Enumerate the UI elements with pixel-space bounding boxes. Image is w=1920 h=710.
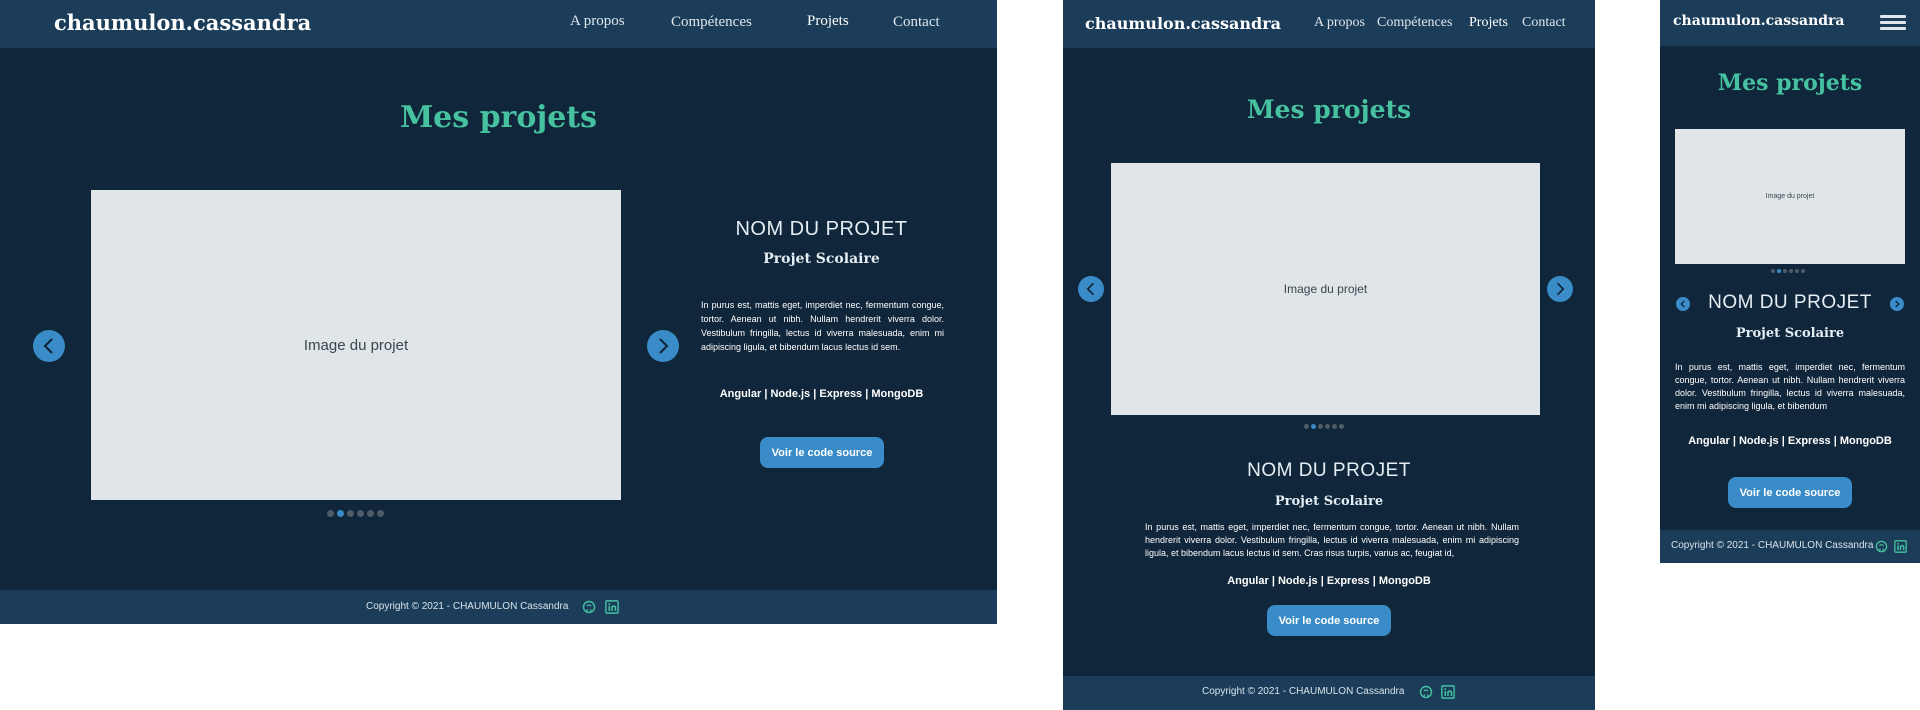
nav-link-projects[interactable]: Projets <box>807 13 849 30</box>
carousel-dot[interactable] <box>1325 424 1330 429</box>
carousel-dot[interactable] <box>1339 424 1344 429</box>
top-navbar: chaumulon.cassandra A propos Compétences… <box>1063 0 1595 48</box>
carousel-next-button[interactable] <box>647 330 679 362</box>
copyright-text: Copyright © 2021 - CHAUMULON Cassandra <box>1202 686 1405 697</box>
top-navbar: chaumulon.cassandra A propos Compétences… <box>0 0 997 48</box>
site-logo[interactable]: chaumulon.cassandra <box>1085 14 1281 33</box>
desktop-view: chaumulon.cassandra A propos Compétences… <box>0 0 997 624</box>
carousel-prev-button[interactable] <box>1078 276 1104 302</box>
footer: Copyright © 2021 - CHAUMULON Cassandra <box>1063 676 1595 710</box>
project-image: Image du projet <box>91 190 621 500</box>
carousel-dot[interactable] <box>1783 269 1787 273</box>
site-logo[interactable]: chaumulon.cassandra <box>54 10 311 35</box>
project-tech-stack: Angular | Node.js | Express | MongoDB <box>719 388 924 400</box>
project-name: NOM DU PROJET <box>1708 292 1872 313</box>
carousel-dots <box>1304 424 1344 429</box>
github-icon[interactable] <box>1419 685 1433 699</box>
linkedin-icon[interactable] <box>1894 540 1907 553</box>
section-title: Mes projets <box>399 100 598 135</box>
nav-link-contact[interactable]: Contact <box>1522 15 1566 31</box>
copyright-text: Copyright © 2021 - CHAUMULON Cassandra <box>366 601 569 612</box>
carousel-dots <box>1771 269 1805 273</box>
top-navbar: chaumulon.cassandra <box>1660 0 1920 46</box>
project-tech-stack: Angular | Node.js | Express | MongoDB <box>1227 575 1431 587</box>
section-title: Mes projets <box>1717 70 1863 96</box>
mobile-view: chaumulon.cassandra Mes projets Image du… <box>1660 0 1920 563</box>
view-source-button[interactable]: Voir le code source <box>1728 477 1852 508</box>
project-tech-stack: Angular | Node.js | Express | MongoDB <box>1688 435 1892 447</box>
project-type: Projet Scolaire <box>1274 494 1384 509</box>
linkedin-icon[interactable] <box>605 600 619 614</box>
nav-link-skills[interactable]: Compétences <box>671 14 752 31</box>
footer: Copyright © 2021 - CHAUMULON Cassandra <box>1660 530 1920 563</box>
nav-link-skills[interactable]: Compétences <box>1377 15 1452 31</box>
carousel-dot[interactable] <box>1332 424 1337 429</box>
nav-link-projects[interactable]: Projets <box>1469 15 1508 31</box>
carousel-dot[interactable] <box>367 510 374 517</box>
carousel-dot[interactable] <box>347 510 354 517</box>
copyright-text: Copyright © 2021 - CHAUMULON Cassandra <box>1671 540 1874 551</box>
carousel-dot[interactable] <box>337 510 344 517</box>
project-name: NOM DU PROJET <box>1247 460 1411 481</box>
carousel-prev-button[interactable] <box>33 330 65 362</box>
hamburger-menu-icon[interactable] <box>1880 15 1906 30</box>
nav-link-about[interactable]: A propos <box>570 13 625 30</box>
linkedin-icon[interactable] <box>1441 685 1455 699</box>
carousel-dot[interactable] <box>1304 424 1309 429</box>
carousel-next-button[interactable] <box>1890 297 1904 311</box>
carousel-dot[interactable] <box>1318 424 1323 429</box>
github-icon[interactable] <box>1875 540 1888 553</box>
carousel-dots <box>327 510 384 517</box>
carousel-dot[interactable] <box>1771 269 1775 273</box>
footer: Copyright © 2021 - CHAUMULON Cassandra <box>0 590 997 624</box>
chevron-left-icon <box>43 338 53 354</box>
chevron-right-icon <box>1895 300 1900 308</box>
project-description: In purus est, mattis eget, imperdiet nec… <box>1145 522 1519 558</box>
nav-link-about[interactable]: A propos <box>1314 15 1365 31</box>
carousel-dot[interactable] <box>1789 269 1793 273</box>
tablet-view: chaumulon.cassandra A propos Compétences… <box>1063 0 1595 710</box>
chevron-left-icon <box>1086 282 1095 296</box>
project-description: In purus est, mattis eget, imperdiet nec… <box>701 300 944 352</box>
project-type: Projet Scolaire <box>1735 326 1845 341</box>
github-icon[interactable] <box>582 600 596 614</box>
view-source-button[interactable]: Voir le code source <box>760 437 884 468</box>
project-type: Projet Scolaire <box>763 251 880 267</box>
site-logo[interactable]: chaumulon.cassandra <box>1673 13 1845 29</box>
project-image: Image du projet <box>1675 129 1905 264</box>
project-image: Image du projet <box>1111 163 1540 415</box>
view-source-button[interactable]: Voir le code source <box>1267 605 1391 636</box>
chevron-right-icon <box>659 338 669 354</box>
nav-link-contact[interactable]: Contact <box>893 14 940 31</box>
carousel-dot[interactable] <box>357 510 364 517</box>
project-name: NOM DU PROJET <box>735 218 908 240</box>
carousel-dot[interactable] <box>1795 269 1799 273</box>
carousel-dot[interactable] <box>377 510 384 517</box>
section-title: Mes projets <box>1246 95 1412 124</box>
project-description: In purus est, mattis eget, imperdiet nec… <box>1675 362 1905 411</box>
carousel-dot[interactable] <box>1311 424 1316 429</box>
carousel-dot[interactable] <box>327 510 334 517</box>
carousel-dot[interactable] <box>1801 269 1805 273</box>
carousel-dot[interactable] <box>1777 269 1781 273</box>
chevron-right-icon <box>1556 282 1565 296</box>
carousel-next-button[interactable] <box>1547 276 1573 302</box>
